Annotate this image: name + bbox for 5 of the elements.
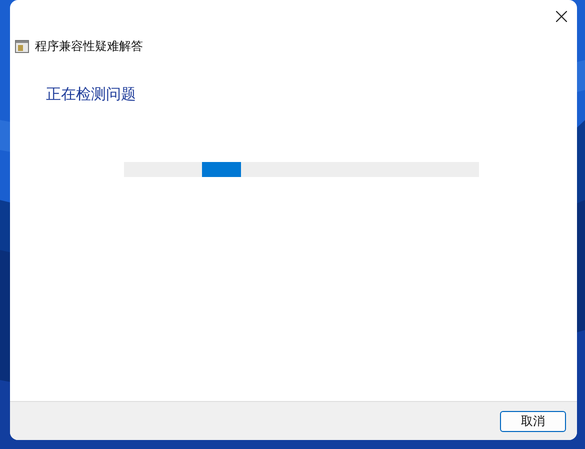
status-heading: 正在检测问题 (46, 85, 136, 103)
cancel-button[interactable]: 取消 (500, 410, 566, 432)
close-icon (556, 10, 566, 22)
app-window-icon (15, 40, 29, 52)
window-title: 程序兼容性疑难解答 (35, 38, 143, 55)
